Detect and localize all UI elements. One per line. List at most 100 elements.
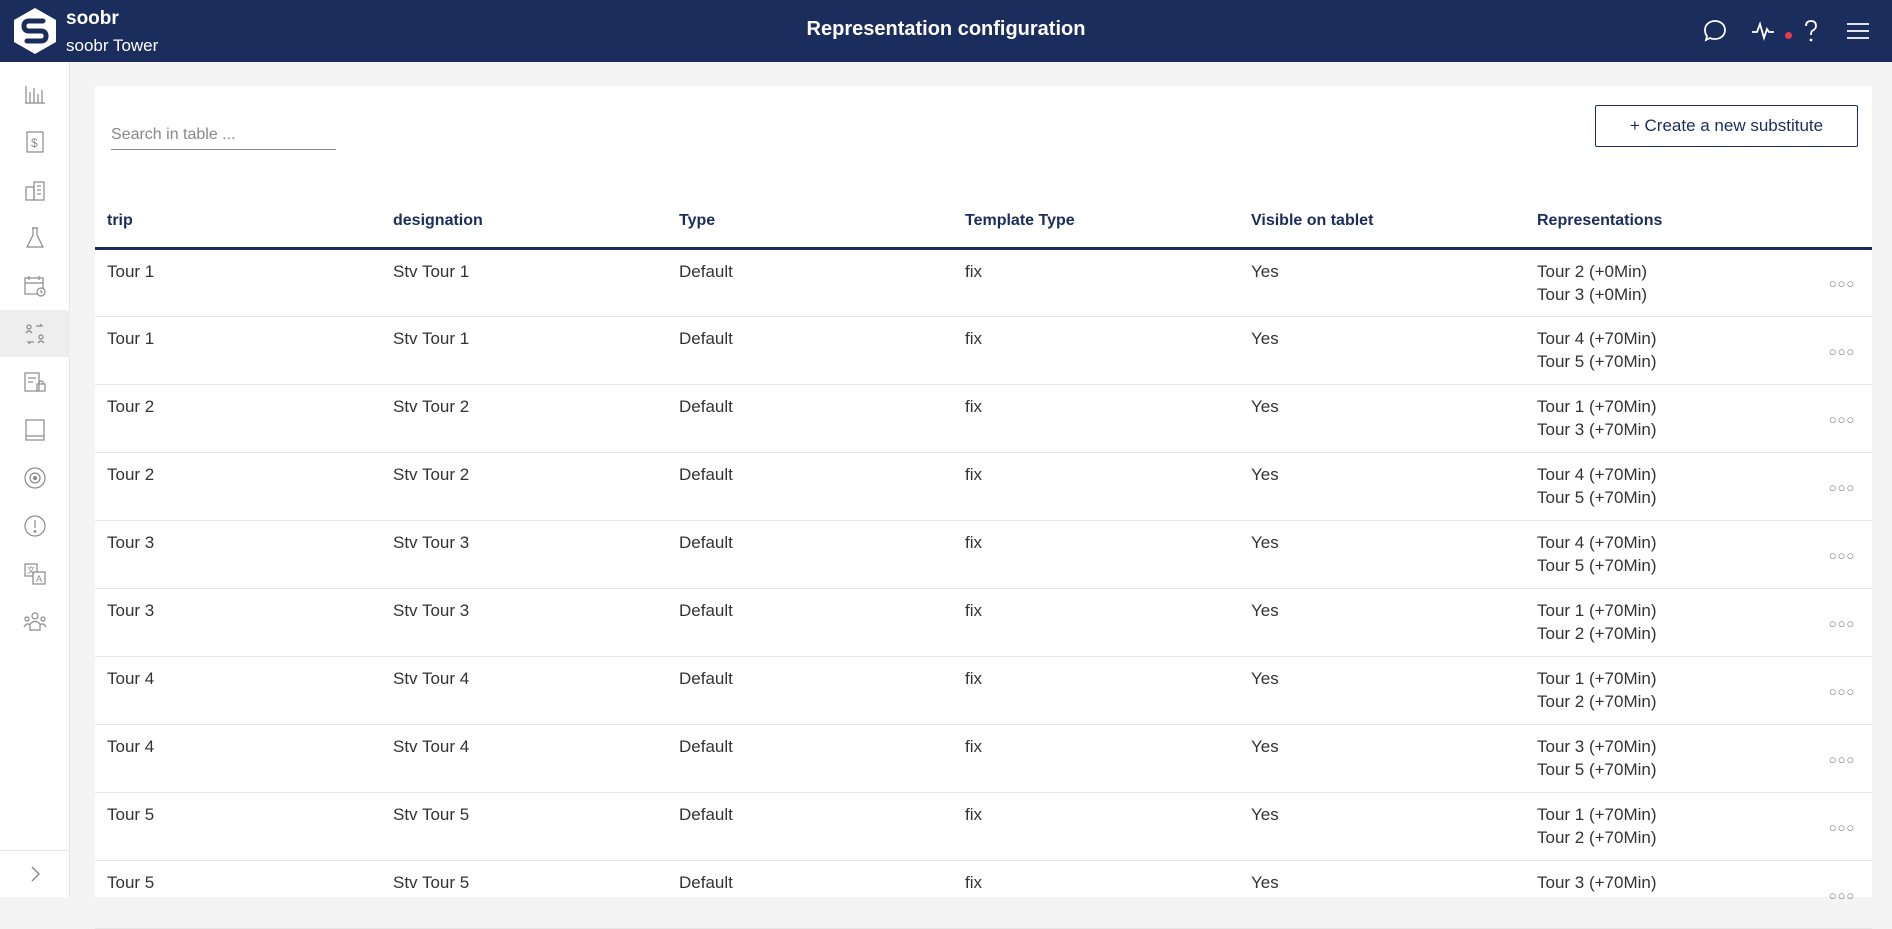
cell-visible: Yes: [1239, 384, 1525, 453]
chart-bars-icon: [25, 85, 45, 104]
table-row[interactable]: Tour 3 Stv Tour 3 Default fix Yes Tour 1…: [95, 588, 1872, 657]
sidebar-item-team[interactable]: [0, 598, 70, 645]
cell-template-type: fix: [953, 384, 1239, 453]
cell-type: Default: [667, 316, 953, 385]
sidebar-item-sensors[interactable]: [0, 454, 70, 501]
column-header-designation[interactable]: designation: [381, 196, 667, 250]
table-row[interactable]: Tour 2 Stv Tour 2 Default fix Yes Tour 1…: [95, 384, 1872, 453]
cell-designation: Stv Tour 4: [381, 656, 667, 725]
sidebar-item-lab[interactable]: [0, 214, 70, 261]
table-row[interactable]: Tour 2 Stv Tour 2 Default fix Yes Tour 4…: [95, 452, 1872, 521]
sidebar-item-schedule[interactable]: [0, 262, 70, 309]
table-row[interactable]: Tour 1 Stv Tour 1 Default fix Yes Tour 4…: [95, 316, 1872, 385]
tablet-icon: [25, 418, 45, 441]
table-row[interactable]: Tour 4 Stv Tour 4 Default fix Yes Tour 3…: [95, 724, 1872, 793]
menu-icon[interactable]: [1843, 16, 1873, 46]
cell-representations: Tour 1 (+70Min) Tour 2 (+70Min): [1525, 656, 1812, 725]
table-row[interactable]: Tour 5 Stv Tour 5 Default fix Yes Tour 1…: [95, 792, 1872, 861]
cell-visible: Yes: [1239, 316, 1525, 385]
representation-item: Tour 2 (+0Min): [1537, 261, 1648, 281]
row-actions[interactable]: ○○○: [1812, 792, 1872, 861]
cell-visible: Yes: [1239, 792, 1525, 861]
representation-item: Tour 2 (+70Min): [1537, 691, 1657, 711]
more-options-icon[interactable]: ○○○: [1829, 753, 1856, 766]
sidebar-item-tablets[interactable]: [0, 406, 70, 453]
create-substitute-button[interactable]: + Create a new substitute: [1595, 105, 1858, 147]
more-options-icon[interactable]: ○○○: [1829, 345, 1856, 358]
sidebar-item-translations[interactable]: A文: [0, 550, 70, 597]
cell-representations: Tour 4 (+70Min) Tour 5 (+70Min): [1525, 452, 1812, 521]
calendar-clock-icon: [24, 275, 46, 297]
sidebar-collapse-button[interactable]: [0, 850, 70, 897]
chat-icon[interactable]: [1700, 16, 1730, 46]
sidebar-item-billing[interactable]: $: [0, 118, 70, 165]
row-actions[interactable]: ○○○: [1812, 248, 1872, 317]
column-header-trip[interactable]: trip: [95, 196, 381, 250]
cell-type: Default: [667, 792, 953, 861]
notification-dot: [1785, 32, 1792, 39]
sidebar-item-statistics[interactable]: [0, 70, 70, 117]
cell-designation: Stv Tour 2: [381, 384, 667, 453]
activity-icon[interactable]: [1748, 16, 1778, 46]
sidebar-item-representations[interactable]: [0, 310, 70, 357]
representation-item: Tour 5 (+70Min): [1537, 759, 1657, 779]
table-header-row: trip designation Type Template Type Visi…: [95, 196, 1872, 250]
page-title: Representation configuration: [806, 18, 1086, 40]
row-actions[interactable]: ○○○: [1812, 452, 1872, 521]
representation-item: Tour 5 (+70Min): [1537, 487, 1657, 507]
svg-text:$: $: [31, 136, 38, 150]
table-row[interactable]: Tour 1 Stv Tour 1 Default fix Yes Tour 2…: [95, 248, 1872, 317]
cell-visible: Yes: [1239, 520, 1525, 589]
cell-designation: Stv Tour 3: [381, 588, 667, 657]
column-header-template-type[interactable]: Template Type: [953, 196, 1239, 250]
cell-designation: Stv Tour 1: [381, 248, 667, 317]
cell-representations: Tour 4 (+70Min) Tour 5 (+70Min): [1525, 520, 1812, 589]
cell-trip: Tour 3: [95, 588, 381, 657]
sidebar-item-buildings[interactable]: [0, 166, 70, 213]
cell-type: Default: [667, 520, 953, 589]
more-options-icon[interactable]: ○○○: [1829, 889, 1856, 902]
representations-table: trip designation Type Template Type Visi…: [95, 196, 1872, 929]
table-row[interactable]: Tour 3 Stv Tour 3 Default fix Yes Tour 4…: [95, 520, 1872, 589]
more-options-icon[interactable]: ○○○: [1829, 821, 1856, 834]
cell-designation: Stv Tour 5: [381, 860, 667, 929]
more-options-icon[interactable]: ○○○: [1829, 685, 1856, 698]
more-options-icon[interactable]: ○○○: [1829, 549, 1856, 562]
cell-type: Default: [667, 588, 953, 657]
column-header-type[interactable]: Type: [667, 196, 953, 250]
row-actions[interactable]: ○○○: [1812, 724, 1872, 793]
cell-designation: Stv Tour 3: [381, 520, 667, 589]
column-header-visible-on-tablet[interactable]: Visible on tablet: [1239, 196, 1525, 250]
sidebar-item-alerts[interactable]: [0, 502, 70, 549]
cell-template-type: fix: [953, 248, 1239, 317]
row-actions[interactable]: ○○○: [1812, 588, 1872, 657]
alert-icon: [24, 514, 46, 537]
more-options-icon[interactable]: ○○○: [1829, 413, 1856, 426]
search-input[interactable]: [111, 120, 336, 150]
svg-text:A: A: [36, 574, 42, 584]
row-actions[interactable]: ○○○: [1812, 316, 1872, 385]
table-row[interactable]: Tour 5 Stv Tour 5 Default fix Yes Tour 3…: [95, 860, 1872, 929]
more-options-icon[interactable]: ○○○: [1829, 277, 1856, 290]
column-header-representations[interactable]: Representations: [1525, 196, 1812, 250]
representation-item: Tour 5 (+70Min): [1537, 351, 1657, 371]
row-actions[interactable]: ○○○: [1812, 384, 1872, 453]
row-actions[interactable]: ○○○: [1812, 520, 1872, 589]
cell-template-type: fix: [953, 656, 1239, 725]
row-actions[interactable]: ○○○: [1812, 656, 1872, 725]
representation-item: Tour 2 (+70Min): [1537, 623, 1657, 643]
row-actions[interactable]: ○○○: [1812, 860, 1872, 929]
cell-trip: Tour 4: [95, 724, 381, 793]
cell-type: Default: [667, 248, 953, 317]
help-icon[interactable]: [1796, 16, 1826, 46]
sidebar-item-reports[interactable]: [0, 358, 70, 405]
cell-visible: Yes: [1239, 656, 1525, 725]
main-panel: + Create a new substitute trip designati…: [95, 86, 1872, 929]
sidebar: $ A文: [0, 62, 70, 897]
more-options-icon[interactable]: ○○○: [1829, 481, 1856, 494]
cell-representations: Tour 3 (+70Min): [1525, 860, 1812, 929]
cell-trip: Tour 1: [95, 316, 381, 385]
cell-representations: Tour 1 (+70Min) Tour 2 (+70Min): [1525, 588, 1812, 657]
more-options-icon[interactable]: ○○○: [1829, 617, 1856, 630]
table-row[interactable]: Tour 4 Stv Tour 4 Default fix Yes Tour 1…: [95, 656, 1872, 725]
